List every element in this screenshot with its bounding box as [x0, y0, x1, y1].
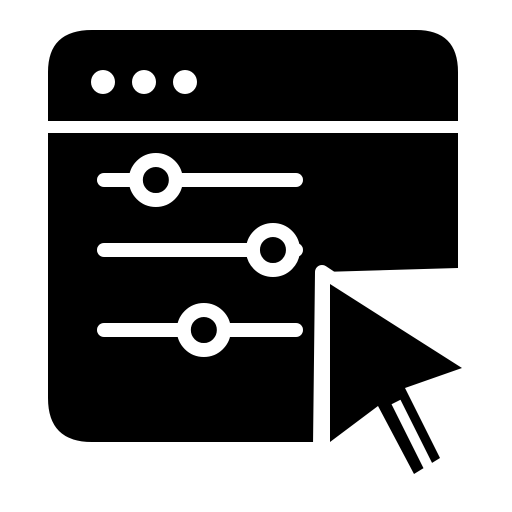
arrow-cursor-icon: [313, 265, 477, 489]
slider-1-knob: [128, 153, 183, 207]
window-dot-icon: [173, 70, 197, 94]
icon-canvas: [0, 0, 512, 512]
window-dot-icon: [132, 70, 156, 94]
slider-3-knob: [176, 303, 231, 357]
window-control-dots: [91, 70, 197, 94]
window-dot-icon: [91, 70, 115, 94]
slider-2-knob: [245, 223, 300, 277]
title-bar-divider: [48, 121, 458, 133]
browser-settings-icon: [48, 30, 477, 489]
